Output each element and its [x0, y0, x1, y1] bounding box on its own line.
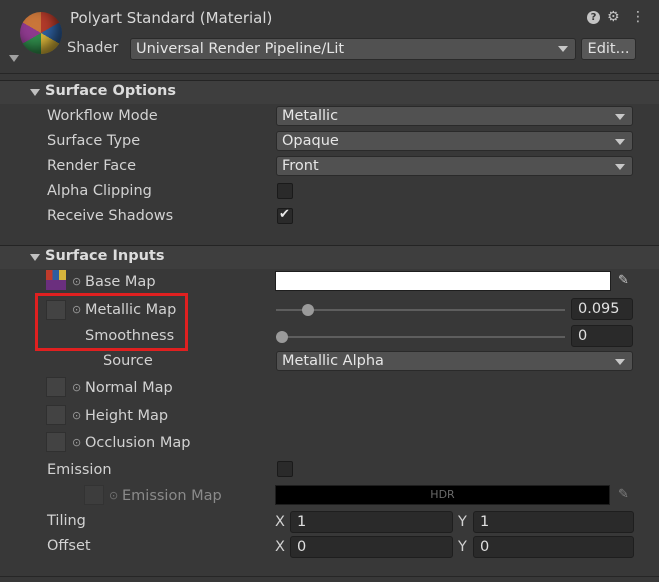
foldout-arrow-icon[interactable] — [9, 55, 19, 62]
render-face-label: Render Face — [47, 158, 137, 174]
smoothness-value-field[interactable]: 0 — [571, 325, 633, 347]
tiling-x-field[interactable]: 1 — [290, 511, 453, 533]
surface-options-title: Surface Options — [45, 83, 177, 99]
normal-map-label: Normal Map — [85, 380, 173, 396]
shader-label: Shader — [67, 40, 119, 56]
more-menu-icon[interactable]: ⋮ — [631, 9, 645, 25]
render-face-dropdown[interactable]: Front — [276, 156, 633, 176]
offset-label: Offset — [47, 538, 91, 554]
highlight-box — [35, 293, 188, 351]
chevron-down-icon — [615, 359, 625, 365]
metallic-value: 0.095 — [578, 301, 620, 317]
source-value: Metallic Alpha — [282, 353, 384, 369]
texture-picker-icon[interactable]: ⊙ — [72, 409, 81, 422]
source-label: Source — [103, 353, 153, 369]
help-icon[interactable]: ? — [587, 11, 600, 24]
offset-y-value: 0 — [480, 539, 490, 555]
tiling-x-label: X — [275, 514, 285, 530]
texture-picker-icon[interactable]: ⊙ — [72, 436, 81, 449]
metallic-slider-thumb[interactable] — [302, 304, 315, 316]
base-map-label: Base Map — [85, 274, 156, 290]
render-face-value: Front — [282, 158, 319, 174]
metallic-slider-track[interactable] — [276, 309, 565, 311]
alpha-clipping-checkbox[interactable] — [277, 183, 293, 199]
occlusion-map-label: Occlusion Map — [85, 435, 191, 451]
smoothness-slider-thumb[interactable] — [276, 331, 288, 343]
alpha-clipping-label: Alpha Clipping — [47, 183, 152, 199]
emission-map-label: Emission Map — [122, 488, 222, 504]
surface-type-label: Surface Type — [47, 133, 141, 149]
material-preview-icon — [20, 12, 62, 54]
height-map-label: Height Map — [85, 408, 169, 424]
material-title: Polyart Standard (Material) — [70, 9, 273, 27]
edit-shader-button[interactable]: Edit... — [581, 38, 636, 60]
texture-picker-icon[interactable]: ⊙ — [72, 381, 81, 394]
texture-picker-icon[interactable]: ⊙ — [72, 275, 81, 288]
offset-x-label: X — [275, 539, 285, 555]
receive-shadows-checkbox[interactable]: ✔ — [277, 207, 293, 224]
emission-checkbox[interactable] — [277, 461, 293, 477]
foldout-arrow-icon — [30, 89, 40, 96]
tiling-y-field[interactable]: 1 — [473, 511, 634, 533]
header-divider — [0, 73, 659, 74]
smoothness-value: 0 — [578, 328, 588, 344]
surface-type-dropdown[interactable]: Opaque — [276, 131, 633, 151]
workflow-mode-dropdown[interactable]: Metallic — [276, 106, 633, 126]
offset-y-label: Y — [458, 539, 467, 555]
edit-button-label: Edit... — [587, 41, 630, 57]
tiling-y-label: Y — [458, 514, 467, 530]
shader-dropdown[interactable]: Universal Render Pipeline/Lit — [130, 38, 576, 60]
chevron-down-icon — [615, 114, 625, 120]
preset-sliders-icon[interactable]: ⚙ — [607, 10, 620, 24]
source-dropdown[interactable]: Metallic Alpha — [276, 351, 633, 371]
chevron-down-icon — [615, 164, 625, 170]
tiling-x-value: 1 — [297, 514, 307, 530]
surface-type-value: Opaque — [282, 133, 339, 149]
tiling-y-value: 1 — [480, 514, 490, 530]
emission-label: Emission — [47, 462, 112, 478]
hdr-label: HDR — [430, 488, 455, 501]
emission-map-texture-slot[interactable] — [84, 485, 104, 505]
texture-picker-icon[interactable]: ⊙ — [109, 489, 118, 502]
chevron-down-icon — [615, 139, 625, 145]
normal-map-texture-slot[interactable] — [46, 377, 66, 397]
foldout-arrow-icon — [30, 254, 40, 261]
workflow-mode-value: Metallic — [282, 108, 339, 124]
metallic-value-field[interactable]: 0.095 — [571, 298, 633, 320]
offset-x-value: 0 — [297, 539, 307, 555]
surface-inputs-title: Surface Inputs — [45, 248, 165, 264]
base-map-color-field[interactable] — [275, 271, 611, 291]
emission-color-field[interactable]: HDR — [275, 485, 610, 505]
height-map-texture-slot[interactable] — [46, 405, 66, 425]
bottom-divider — [0, 576, 659, 577]
eyedropper-icon[interactable]: ✎ — [614, 271, 633, 291]
shader-value: Universal Render Pipeline/Lit — [136, 41, 345, 57]
tiling-label: Tiling — [47, 513, 86, 529]
eyedropper-icon[interactable]: ✎ — [614, 485, 633, 505]
offset-y-field[interactable]: 0 — [473, 536, 634, 558]
smoothness-slider-track[interactable] — [276, 336, 565, 338]
base-map-texture-thumbnail[interactable] — [46, 270, 66, 290]
occlusion-map-texture-slot[interactable] — [46, 432, 66, 452]
chevron-down-icon — [558, 46, 568, 52]
checkmark-icon: ✔ — [279, 207, 290, 222]
receive-shadows-label: Receive Shadows — [47, 208, 174, 224]
offset-x-field[interactable]: 0 — [290, 536, 453, 558]
workflow-mode-label: Workflow Mode — [47, 108, 158, 124]
